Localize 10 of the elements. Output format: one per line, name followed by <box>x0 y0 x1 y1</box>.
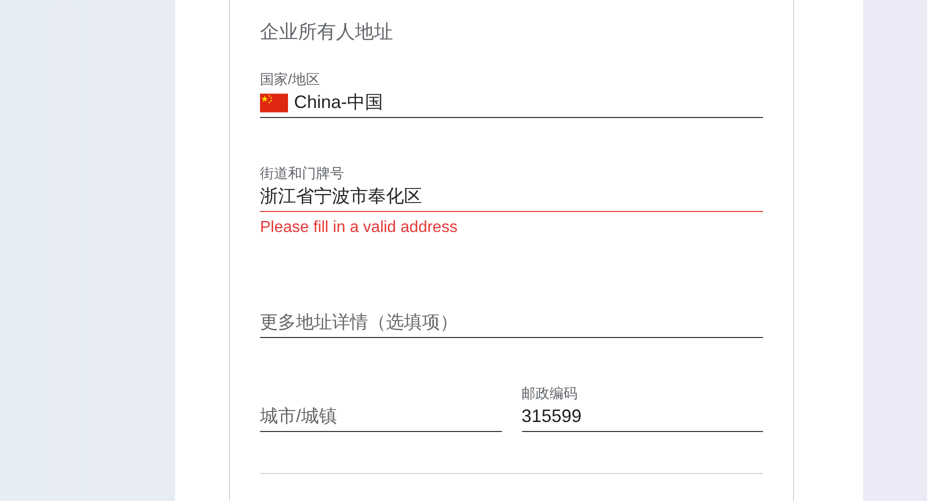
input-field[interactable]: 更多地址详情（选填项） <box>260 308 763 338</box>
field-label: 邮政编码 <box>522 384 578 402</box>
error-message: Please fill in a valid address <box>260 218 458 238</box>
input-field[interactable]: 315599 <box>522 402 763 432</box>
section-title: 企业所有人地址 <box>260 21 394 45</box>
input-field[interactable]: China-中国 <box>260 88 763 118</box>
input-field[interactable]: 浙江省宁波市奉化区 <box>260 182 763 212</box>
field-label: 国家/地区 <box>260 70 321 88</box>
field-label: 街道和门牌号 <box>260 164 345 182</box>
input-field[interactable]: 城市/城镇 <box>260 402 502 432</box>
